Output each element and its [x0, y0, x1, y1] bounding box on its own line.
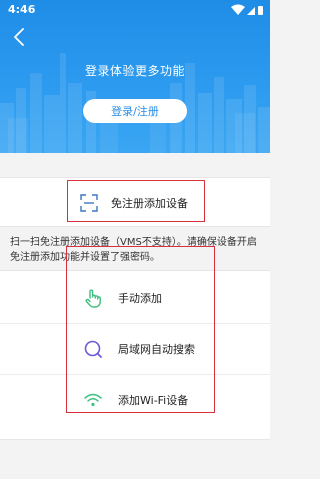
add-options-card: 手动添加 局域网自动搜索 添加Wi-Fi设备	[0, 270, 270, 440]
back-button[interactable]	[8, 26, 30, 48]
search-icon	[84, 340, 102, 358]
manual-add-label: 手动添加	[118, 292, 162, 305]
header-title: 登录体验更多功能	[84, 64, 185, 78]
status-bar: 4:46	[0, 0, 270, 20]
lan-auto-search-option[interactable]: 局域网自动搜索	[0, 323, 270, 373]
status-icons	[231, 4, 263, 15]
lan-auto-search-label: 局域网自动搜索	[118, 343, 195, 356]
manual-add-option[interactable]: 手动添加	[0, 273, 270, 323]
city-skyline-illustration	[0, 53, 270, 153]
chevron-left-icon	[14, 28, 24, 46]
header: 4:46 登录体验更多功能 登录/注册	[0, 0, 270, 153]
battery-icon	[258, 6, 263, 15]
add-wifi-device-label: 添加Wi-Fi设备	[118, 394, 189, 407]
wifi-icon	[84, 393, 102, 407]
free-registration-add-device-button[interactable]: 免注册添加设备	[80, 190, 188, 216]
free-registration-card: 免注册添加设备	[0, 177, 270, 227]
status-time: 4:46	[8, 3, 36, 16]
login-register-button[interactable]: 登录/注册	[83, 99, 187, 123]
cell-signal-icon	[247, 7, 255, 15]
hand-pointer-icon	[85, 289, 101, 308]
scan-icon	[80, 194, 98, 212]
add-wifi-device-option[interactable]: 添加Wi-Fi设备	[0, 374, 270, 424]
free-registration-label: 免注册添加设备	[111, 197, 188, 210]
free-registration-description: 扫一扫免注册添加设备（VMS不支持）。请确保设备开启免注册添加功能并设置了强密码…	[10, 237, 257, 263]
signal-wifi-icon	[231, 4, 245, 15]
